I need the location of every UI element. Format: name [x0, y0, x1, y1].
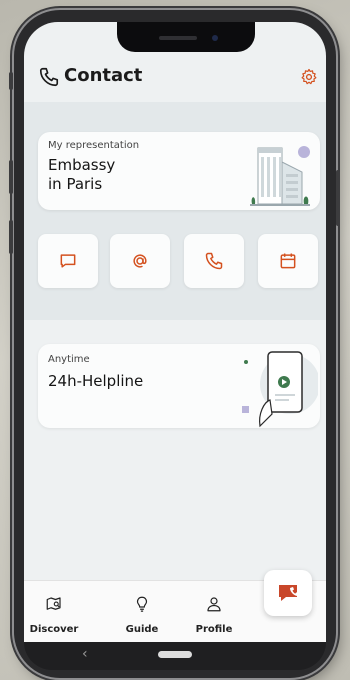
email-icon — [133, 254, 147, 268]
home-indicator[interactable] — [158, 651, 192, 658]
mute-switch — [9, 72, 13, 90]
power-button — [336, 170, 340, 226]
chat-phone-icon — [279, 585, 298, 601]
map-search-icon — [46, 597, 61, 610]
nav-discover-label: Discover — [29, 624, 79, 635]
representation-line2: in Paris — [48, 175, 103, 193]
app-header: Contact — [24, 62, 326, 94]
gear-icon[interactable] — [300, 68, 318, 86]
helpline-title: 24h-Helpline — [48, 372, 144, 390]
phone-in-hand-illustration — [242, 351, 318, 428]
back-button[interactable]: ‹ — [82, 646, 88, 662]
notch — [117, 22, 255, 52]
representation-line1: Embassy — [48, 156, 116, 174]
helpline-card[interactable]: Anytime 24h-Helpline — [38, 344, 320, 428]
nav-discover[interactable]: Discover — [24, 595, 84, 636]
nav-guide[interactable]: Guide — [112, 595, 172, 636]
representation-caption: My representation — [48, 140, 140, 151]
phone-icon — [205, 252, 223, 270]
helpline-caption: Anytime — [48, 354, 90, 365]
message-button[interactable] — [38, 234, 98, 288]
speaker — [159, 36, 197, 40]
chat-call-fab[interactable] — [264, 570, 312, 616]
calendar-icon — [280, 253, 296, 269]
nav-guide-label: Guide — [125, 624, 159, 635]
front-camera — [212, 35, 218, 41]
nav-profile[interactable]: Profile — [184, 595, 244, 636]
message-icon — [60, 254, 76, 268]
page-title: Contact — [64, 65, 143, 86]
volume-up-button — [9, 160, 13, 194]
person-icon — [207, 597, 221, 612]
lightbulb-icon — [136, 596, 148, 612]
email-button[interactable] — [110, 234, 170, 288]
representation-card[interactable]: My representation Embassy in Paris — [38, 132, 320, 210]
app-screen: Contact My representation Embassy in Par… — [24, 22, 326, 642]
system-navigation-bar: ‹ — [24, 642, 326, 670]
embassy-building-illustration — [250, 146, 310, 206]
call-button[interactable] — [184, 234, 244, 288]
phone-icon — [39, 67, 59, 87]
nav-profile-label: Profile — [195, 624, 233, 635]
volume-down-button — [9, 220, 13, 254]
appointment-button[interactable] — [258, 234, 318, 288]
